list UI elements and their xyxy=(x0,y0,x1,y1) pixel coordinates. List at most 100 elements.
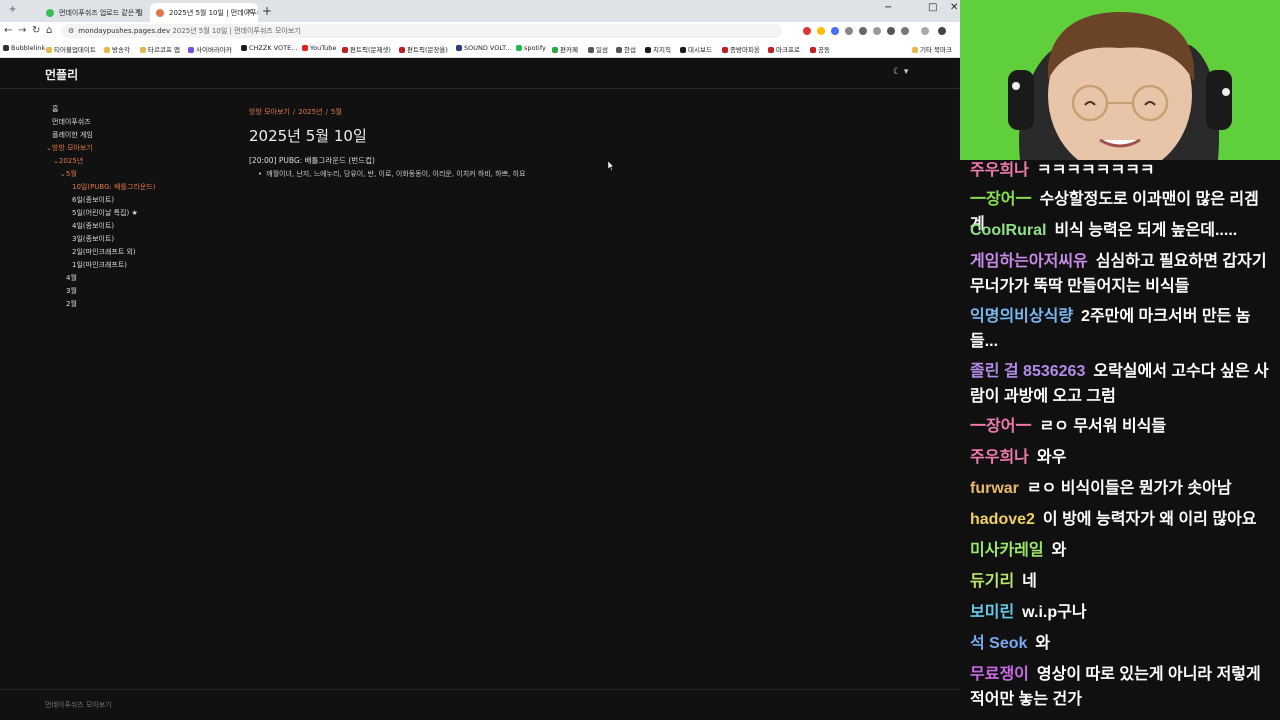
chat-username[interactable]: 석 Seok xyxy=(970,635,1027,652)
breadcrumb-separator: / xyxy=(325,108,328,116)
bookmark-item[interactable]: 타르코프 맵 xyxy=(140,44,180,54)
chat-username[interactable]: 게임하는아저씨유 xyxy=(970,253,1088,270)
bookmark-item[interactable]: 일섬 xyxy=(588,44,608,54)
chat-message: 석 Seok 와 xyxy=(970,631,1270,656)
menu-kebab-icon[interactable] xyxy=(938,27,946,35)
sidebar-icon[interactable] xyxy=(901,27,909,35)
close-window-button[interactable]: ✕ xyxy=(950,2,958,13)
chat-message: 졸린 걸 8536263 오락실에서 고수다 싶은 사람이 과방에 오고 그럼 xyxy=(970,359,1270,409)
chat-username[interactable]: 주우희나 xyxy=(970,162,1029,179)
chat-message: CoolRural 비식 능력은 되게 높은데..... xyxy=(970,218,1270,243)
chat-username[interactable]: 익명의비상식량 xyxy=(970,308,1073,325)
webcam-overlay xyxy=(960,0,1280,160)
chat-username[interactable]: 주우희나 xyxy=(970,449,1029,466)
bookmark-item[interactable]: 편카페 xyxy=(552,44,578,54)
sidebar-item-may-5[interactable]: 5일(어린이날 특집) ★ xyxy=(72,208,138,218)
browser-window: ✦ 먼데이푸쉬즈 업로드 같은 걸 ✕ 2025년 5월 10일 | 먼데이푸쉬… xyxy=(0,0,960,720)
site-header: 먼플리 ☾ ▾ xyxy=(0,58,960,89)
breadcrumb-2025[interactable]: 2025년 xyxy=(298,108,322,116)
chat-username[interactable]: 미사카레일 xyxy=(970,542,1044,559)
participant-list-item: • 깨월이녀, 난지, 느에누리, 당유이, 반, 이로, 이화동동이, 이리운,… xyxy=(258,169,525,179)
bookmark-item[interactable]: YouTube xyxy=(302,44,336,52)
site-title[interactable]: 먼플리 xyxy=(45,66,78,83)
extension-icon[interactable] xyxy=(817,27,825,35)
chat-username[interactable]: 무료쟁이 xyxy=(970,666,1029,683)
bookmark-item[interactable]: Bubblelink xyxy=(3,44,45,52)
bookmark-item[interactable]: 방송각 xyxy=(104,44,130,54)
address-bar[interactable]: ⚙ mondaypushes.pages.dev 2025년 5월 10일 | 먼… xyxy=(62,24,782,38)
sidebar-item-may-1[interactable]: 1일(마인크래프트) xyxy=(72,260,127,270)
sidebar-item-may-2[interactable]: 2일(마인크래프트 외) xyxy=(72,247,136,257)
address-host: mondaypushes.pages.dev xyxy=(78,27,171,35)
chat-message: 보미린 w.i.p구나 xyxy=(970,600,1270,625)
new-tab-button[interactable]: + xyxy=(262,4,272,18)
sidebar-item-may-4[interactable]: 4일(종보이트) xyxy=(72,221,114,231)
back-icon[interactable]: ← xyxy=(4,25,12,36)
chat-username[interactable]: hadove2 xyxy=(970,511,1035,528)
extension-icon[interactable] xyxy=(831,27,839,35)
reload-icon[interactable]: ↻ xyxy=(32,25,40,36)
extension-icon[interactable] xyxy=(845,27,853,35)
bookmark-item[interactable]: CHZZK VOTE... xyxy=(241,44,297,52)
chat-username[interactable]: 一장어一 xyxy=(970,418,1031,435)
page-title: 2025년 5월 10일 xyxy=(249,127,367,145)
browser-logo-icon: ✦ xyxy=(8,3,18,16)
bookmark-item[interactable]: 대시보드 xyxy=(680,44,712,54)
chat-message: 주우희나 와우 xyxy=(970,445,1270,470)
chat-username[interactable]: 졸린 걸 8536263 xyxy=(970,363,1085,380)
bookmark-item[interactable]: 편트픽(문제셋) xyxy=(342,44,391,54)
sidebar-item-may-6[interactable]: 6일(종보이트) xyxy=(72,195,114,205)
chat-username[interactable]: CoolRural xyxy=(970,222,1046,239)
sidebar-item-2025[interactable]: ⌄2025년 xyxy=(53,156,83,166)
breadcrumb-may[interactable]: 5월 xyxy=(331,108,342,116)
address-page-title: 2025년 5월 10일 | 먼데이푸쉬즈 모아보기 xyxy=(172,27,301,35)
tab-label: 2025년 5월 10일 | 먼데이푸쉬즈 xyxy=(169,8,258,17)
chat-username[interactable]: 보미린 xyxy=(970,604,1014,621)
chat-username[interactable]: 一장어一 xyxy=(970,191,1031,208)
extensions-puzzle-icon[interactable] xyxy=(887,27,895,35)
sidebar-item-mondaypushes[interactable]: 먼데이푸쉬즈 xyxy=(52,117,91,127)
bookmark-item[interactable]: SOUND VOLT... xyxy=(456,44,512,52)
bookmark-item[interactable]: 한섭 xyxy=(616,44,636,54)
site-info-icon[interactable]: ⚙ xyxy=(68,24,74,38)
bookmark-item[interactable]: 종방마피웅 xyxy=(722,44,760,54)
minimize-button[interactable]: − xyxy=(884,2,892,13)
sidebar-item-archive[interactable]: ⌄방방 모아보기 xyxy=(46,143,93,153)
sidebar-item-march[interactable]: 3월 xyxy=(66,286,77,296)
bookmark-item[interactable]: 공동 xyxy=(810,44,830,54)
chat-username[interactable]: furwar xyxy=(970,480,1019,497)
chat-message: 一장어一 ㄹㅇ 무서워 비식들 xyxy=(970,414,1270,439)
sidebar-item-april[interactable]: 4월 xyxy=(66,273,77,283)
tab-label: 먼데이푸쉬즈 업로드 같은 걸 xyxy=(59,8,143,17)
extension-icon[interactable] xyxy=(859,27,867,35)
bookmark-item[interactable]: 티어불업데이트 xyxy=(46,44,96,54)
close-tab-icon[interactable]: ✕ xyxy=(134,7,141,16)
bookmark-item[interactable]: 마크프로 xyxy=(768,44,800,54)
chat-username[interactable]: 듀기리 xyxy=(970,573,1014,590)
profile-avatar[interactable] xyxy=(921,27,929,35)
theme-toggle-button[interactable]: ☾ ▾ xyxy=(893,67,908,77)
sidebar-item-may[interactable]: ⌄5월 xyxy=(60,169,77,179)
other-bookmarks[interactable]: 기타 북마크 xyxy=(912,44,952,54)
home-icon[interactable]: ⌂ xyxy=(46,25,52,36)
sidebar-item-home[interactable]: 홈 xyxy=(52,104,58,114)
close-tab-icon[interactable]: ✕ xyxy=(246,7,253,16)
forward-icon[interactable]: → xyxy=(18,25,26,36)
maximize-button[interactable]: □ xyxy=(928,2,937,13)
bookmark-item[interactable]: 치지직 xyxy=(645,44,671,54)
tab-mondaypushes[interactable]: 먼데이푸쉬즈 업로드 같은 걸 ✕ xyxy=(40,3,146,22)
bookmark-item[interactable]: 편트픽(문장을) xyxy=(399,44,448,54)
tab-active-page[interactable]: 2025년 5월 10일 | 먼데이푸쉬즈 ✕ xyxy=(150,3,258,22)
bookmark-item[interactable]: spotify xyxy=(516,44,546,52)
bullet-icon: • xyxy=(258,170,263,178)
sidebar-item-played-games[interactable]: 플레이한 게임 xyxy=(52,130,93,140)
participants: 깨월이녀, 난지, 느에누리, 당유이, 반, 이로, 이화동동이, 이리운, … xyxy=(266,170,526,178)
extension-icon[interactable] xyxy=(873,27,881,35)
breadcrumb-archive[interactable]: 방방 모아보기 xyxy=(249,108,290,116)
sidebar-item-may-10[interactable]: 10일(PUBG: 배틀그라운드) xyxy=(72,182,155,192)
sidebar-item-february[interactable]: 2월 xyxy=(66,299,77,309)
sidebar-item-may-3[interactable]: 3일(종보이트) xyxy=(72,234,114,244)
chat-text: 와 xyxy=(1051,542,1067,559)
bookmark-item[interactable]: 사이버러아카 xyxy=(188,44,232,54)
extension-icon[interactable] xyxy=(803,27,811,35)
